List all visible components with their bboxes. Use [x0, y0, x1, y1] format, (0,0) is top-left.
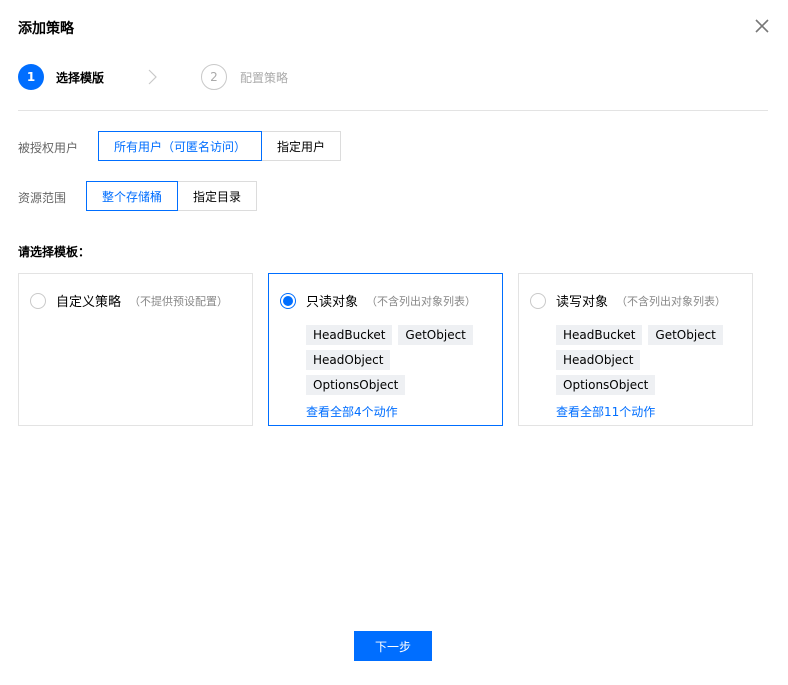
template-name: 只读对象 [306, 295, 359, 310]
radio-read-write[interactable] [530, 292, 546, 309]
template-note: （不含列出对象列表） [366, 294, 477, 308]
template-card-read-only[interactable]: 只读对象 （不含列出对象列表） HeadBucket GetObject Hea… [268, 273, 503, 426]
action-tag: GetObject [648, 325, 723, 345]
step-2-label: 配置策略 [240, 71, 289, 85]
divider [18, 110, 768, 111]
scope-label: 资源范围 [18, 191, 67, 205]
view-all-actions-link[interactable]: 查看全部4个动作 [306, 403, 398, 420]
template-note: （不含列出对象列表） [616, 294, 727, 308]
action-tag: HeadObject [556, 350, 641, 370]
view-all-actions-link[interactable]: 查看全部11个动作 [556, 403, 655, 420]
action-tag: OptionsObject [556, 375, 656, 395]
next-button[interactable]: 下一步 [354, 631, 432, 661]
template-name: 读写对象 [556, 295, 609, 310]
add-policy-dialog: 添加策略 1 选择模版 2 配置策略 被授权用户 所有用户（可匿名访问） 指定用… [0, 0, 788, 685]
template-card-read-write[interactable]: 读写对象 （不含列出对象列表） HeadBucket GetObject Hea… [518, 273, 753, 426]
chevron-right-icon [148, 69, 157, 85]
action-tag: GetObject [398, 325, 473, 345]
radio-custom[interactable] [30, 292, 46, 309]
template-note: （不提供预设配置） [129, 294, 229, 308]
action-tag: HeadBucket [556, 325, 643, 345]
action-tag: HeadBucket [306, 325, 393, 345]
dialog-title: 添加策略 [18, 21, 74, 37]
scope-option-specific-directory[interactable]: 指定目录 [177, 181, 258, 211]
template-name: 自定义策略 [56, 295, 122, 310]
grantee-selector: 所有用户（可匿名访问） 指定用户 [98, 131, 342, 161]
scope-option-whole-bucket[interactable]: 整个存储桶 [86, 181, 179, 211]
step-1-number: 1 [18, 64, 44, 90]
template-card-custom[interactable]: 自定义策略 （不提供预设配置） [18, 273, 253, 426]
close-icon[interactable] [752, 16, 772, 36]
scope-selector: 整个存储桶 指定目录 [86, 181, 258, 211]
step-2-number: 2 [201, 64, 227, 90]
grantee-option-all-users[interactable]: 所有用户（可匿名访问） [98, 131, 263, 161]
grantee-label: 被授权用户 [18, 141, 79, 155]
stepper: 1 选择模版 2 配置策略 [18, 64, 768, 90]
radio-read-only[interactable] [280, 292, 296, 309]
template-section-title: 请选择模板： [18, 245, 91, 259]
action-tags: HeadBucket GetObject HeadObject OptionsO… [556, 325, 751, 400]
step-1-label: 选择模版 [56, 71, 105, 85]
action-tag: OptionsObject [306, 375, 406, 395]
action-tag: HeadObject [306, 350, 391, 370]
grantee-option-specific-users[interactable]: 指定用户 [261, 131, 342, 161]
action-tags: HeadBucket GetObject HeadObject OptionsO… [306, 325, 501, 400]
